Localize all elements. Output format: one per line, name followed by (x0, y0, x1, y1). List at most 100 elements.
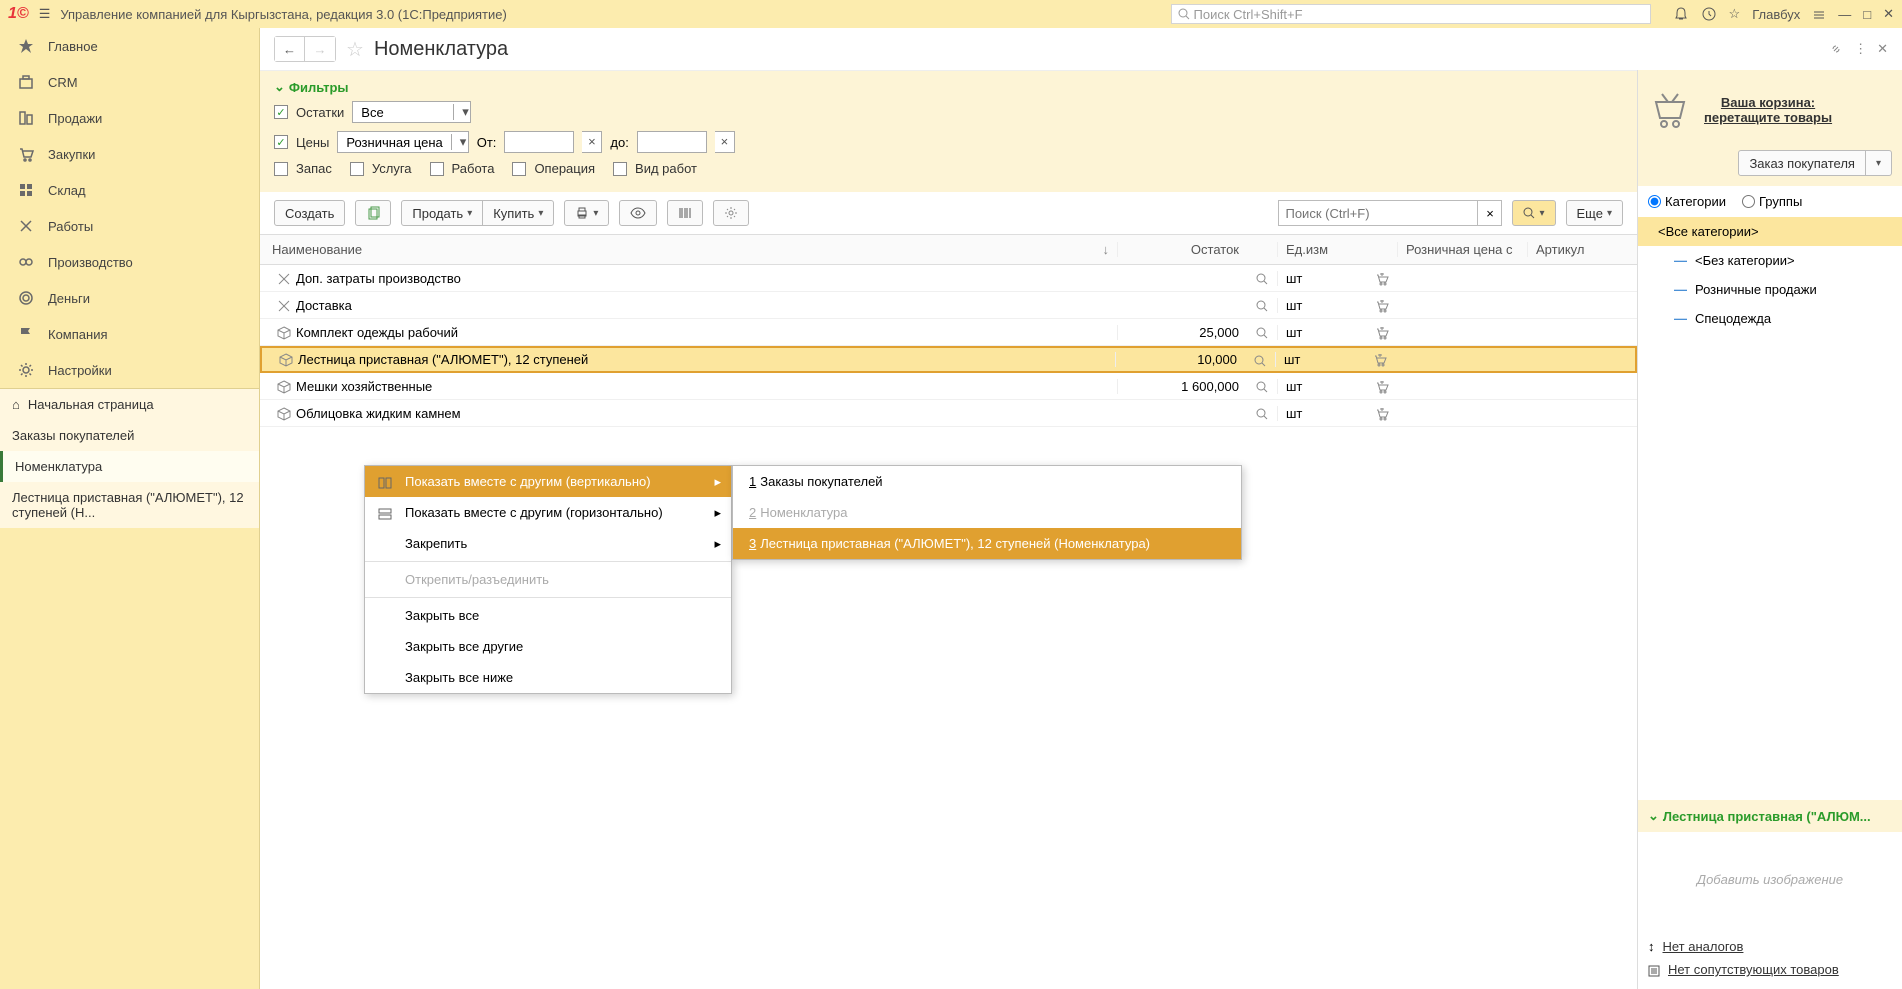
col-name[interactable]: Наименование↓ (260, 242, 1117, 257)
sidebar-item[interactable]: Главное (0, 28, 259, 64)
row-search-icon[interactable] (1245, 352, 1275, 367)
table-row[interactable]: Облицовка жидким камнем шт (260, 400, 1637, 427)
row-cart-icon[interactable] (1367, 378, 1397, 394)
filters-title[interactable]: ⌄ Фильтры (274, 79, 1623, 95)
sidebar-item[interactable]: Настройки (0, 352, 259, 388)
sidebar-item[interactable]: Компания (0, 316, 259, 352)
row-search-icon[interactable] (1247, 271, 1277, 286)
table-row[interactable]: Доп. затраты производство шт (260, 265, 1637, 292)
buy-button[interactable]: Купить ▾ (483, 200, 554, 226)
submenu-item[interactable]: 3Лестница приставная ("АЛЮМЕТ"), 12 ступ… (733, 528, 1241, 559)
cart-text[interactable]: Ваша корзина: перетащите товары (1704, 95, 1832, 125)
context-menu-item[interactable]: Закрыть все (365, 600, 731, 631)
global-search[interactable]: Поиск Ctrl+Shift+F (1171, 4, 1651, 24)
secondary-nav-item[interactable]: Лестница приставная ("АЛЮМЕТ"), 12 ступе… (0, 482, 259, 528)
forward-button[interactable]: → (305, 37, 335, 61)
row-cart-icon[interactable] (1367, 270, 1397, 286)
clear-to-icon[interactable]: × (715, 131, 735, 153)
table-row[interactable]: Лестница приставная ("АЛЮМЕТ"), 12 ступе… (260, 346, 1637, 373)
sell-button[interactable]: Продать ▾ (401, 200, 483, 226)
filter-checkbox[interactable] (274, 162, 288, 176)
minimize-icon[interactable]: — (1838, 7, 1851, 22)
row-search-icon[interactable] (1247, 325, 1277, 340)
filter-checkbox[interactable] (512, 162, 526, 176)
clear-search-icon[interactable]: × (1478, 200, 1502, 226)
clear-from-icon[interactable]: × (582, 131, 602, 153)
maximize-icon[interactable]: □ (1863, 7, 1871, 22)
settings-icon[interactable] (1812, 6, 1826, 22)
dropdown-icon[interactable]: ▾ (453, 104, 470, 120)
context-menu-item[interactable]: Закрепить▸ (365, 528, 731, 559)
balance-checkbox[interactable]: ✓ (274, 105, 288, 119)
sidebar-item[interactable]: Склад (0, 172, 259, 208)
sidebar-item[interactable]: Деньги (0, 280, 259, 316)
star-icon[interactable]: ☆ (1729, 6, 1741, 22)
create-button[interactable]: Создать (274, 200, 345, 226)
barcode-button[interactable] (667, 200, 703, 226)
menu-icon[interactable]: ☰ (39, 6, 51, 22)
bell-icon[interactable] (1673, 6, 1689, 23)
context-menu-item[interactable]: Показать вместе с другим (вертикально)▸ (365, 466, 731, 497)
radio-groups[interactable]: Группы (1742, 194, 1802, 209)
price-from-input[interactable] (504, 131, 574, 153)
sidebar-item[interactable]: Производство (0, 244, 259, 280)
link-icon[interactable] (1828, 41, 1844, 58)
more-icon[interactable]: ⋮ (1854, 41, 1867, 58)
row-cart-icon[interactable] (1367, 405, 1397, 421)
col-unit[interactable]: Ед.изм (1277, 242, 1367, 257)
back-button[interactable]: ← (275, 37, 305, 61)
context-menu-item[interactable]: Закрыть все другие (365, 631, 731, 662)
table-row[interactable]: Доставка шт (260, 292, 1637, 319)
category-item[interactable]: —Спецодежда (1638, 304, 1902, 333)
sidebar-item[interactable]: Закупки (0, 136, 259, 172)
secondary-nav-item[interactable]: Номенклатура (0, 451, 259, 482)
secondary-nav-item[interactable]: ⌂Начальная страница (0, 389, 259, 420)
sidebar-item[interactable]: Продажи (0, 100, 259, 136)
price-select[interactable]: Розничная цена ▾ (337, 131, 468, 153)
price-checkbox[interactable]: ✓ (274, 135, 288, 149)
favorite-icon[interactable]: ☆ (346, 37, 364, 62)
secondary-nav-item[interactable]: Заказы покупателей (0, 420, 259, 451)
close-icon[interactable]: ✕ (1883, 6, 1894, 22)
price-to-input[interactable] (637, 131, 707, 153)
filter-checkbox[interactable] (350, 162, 364, 176)
settings-button[interactable] (713, 200, 749, 226)
table-search-input[interactable] (1278, 200, 1478, 226)
detail-header[interactable]: ⌄ Лестница приставная ("АЛЮМ... (1638, 800, 1902, 832)
category-item[interactable]: —<Без категории> (1638, 246, 1902, 275)
balance-select[interactable]: Все ▾ (352, 101, 471, 123)
row-cart-icon[interactable] (1367, 297, 1397, 313)
row-cart-icon[interactable] (1365, 352, 1395, 368)
row-search-icon[interactable] (1247, 379, 1277, 394)
print-button[interactable]: ▾ (564, 200, 609, 226)
close-page-icon[interactable]: ✕ (1877, 41, 1888, 58)
row-search-icon[interactable] (1247, 406, 1277, 421)
add-image[interactable]: Добавить изображение (1638, 832, 1902, 927)
order-dropdown[interactable]: ▾ (1866, 150, 1892, 176)
user-label[interactable]: Главбух (1752, 7, 1800, 22)
col-balance[interactable]: Остаток (1117, 242, 1247, 257)
row-search-icon[interactable] (1247, 298, 1277, 313)
sidebar-item[interactable]: CRM (0, 64, 259, 100)
col-article[interactable]: Артикул (1527, 242, 1637, 257)
view-button[interactable] (619, 200, 657, 226)
category-item[interactable]: —Розничные продажи (1638, 275, 1902, 304)
more-button[interactable]: Еще ▾ (1566, 200, 1623, 226)
search-button[interactable]: ▾ (1512, 200, 1555, 226)
row-cart-icon[interactable] (1367, 324, 1397, 340)
copy-button[interactable] (355, 200, 391, 226)
submenu-item[interactable]: 1Заказы покупателей (733, 466, 1241, 497)
context-menu-item[interactable]: Закрыть все ниже (365, 662, 731, 693)
table-row[interactable]: Мешки хозяйственные 1 600,000 шт (260, 373, 1637, 400)
category-item[interactable]: <Все категории> (1638, 217, 1902, 246)
col-price[interactable]: Розничная цена с (1397, 242, 1527, 257)
table-row[interactable]: Комплект одежды рабочий 25,000 шт (260, 319, 1637, 346)
sidebar-item[interactable]: Работы (0, 208, 259, 244)
no-analog-link[interactable]: ↕Нет аналогов (1648, 935, 1892, 958)
no-related-link[interactable]: Нет сопутствующих товаров (1648, 958, 1892, 981)
radio-categories[interactable]: Категории (1648, 194, 1726, 209)
filter-checkbox[interactable] (430, 162, 444, 176)
filter-checkbox[interactable] (613, 162, 627, 176)
context-menu-item[interactable]: Показать вместе с другим (горизонтально)… (365, 497, 731, 528)
dropdown-icon[interactable]: ▾ (451, 134, 468, 150)
